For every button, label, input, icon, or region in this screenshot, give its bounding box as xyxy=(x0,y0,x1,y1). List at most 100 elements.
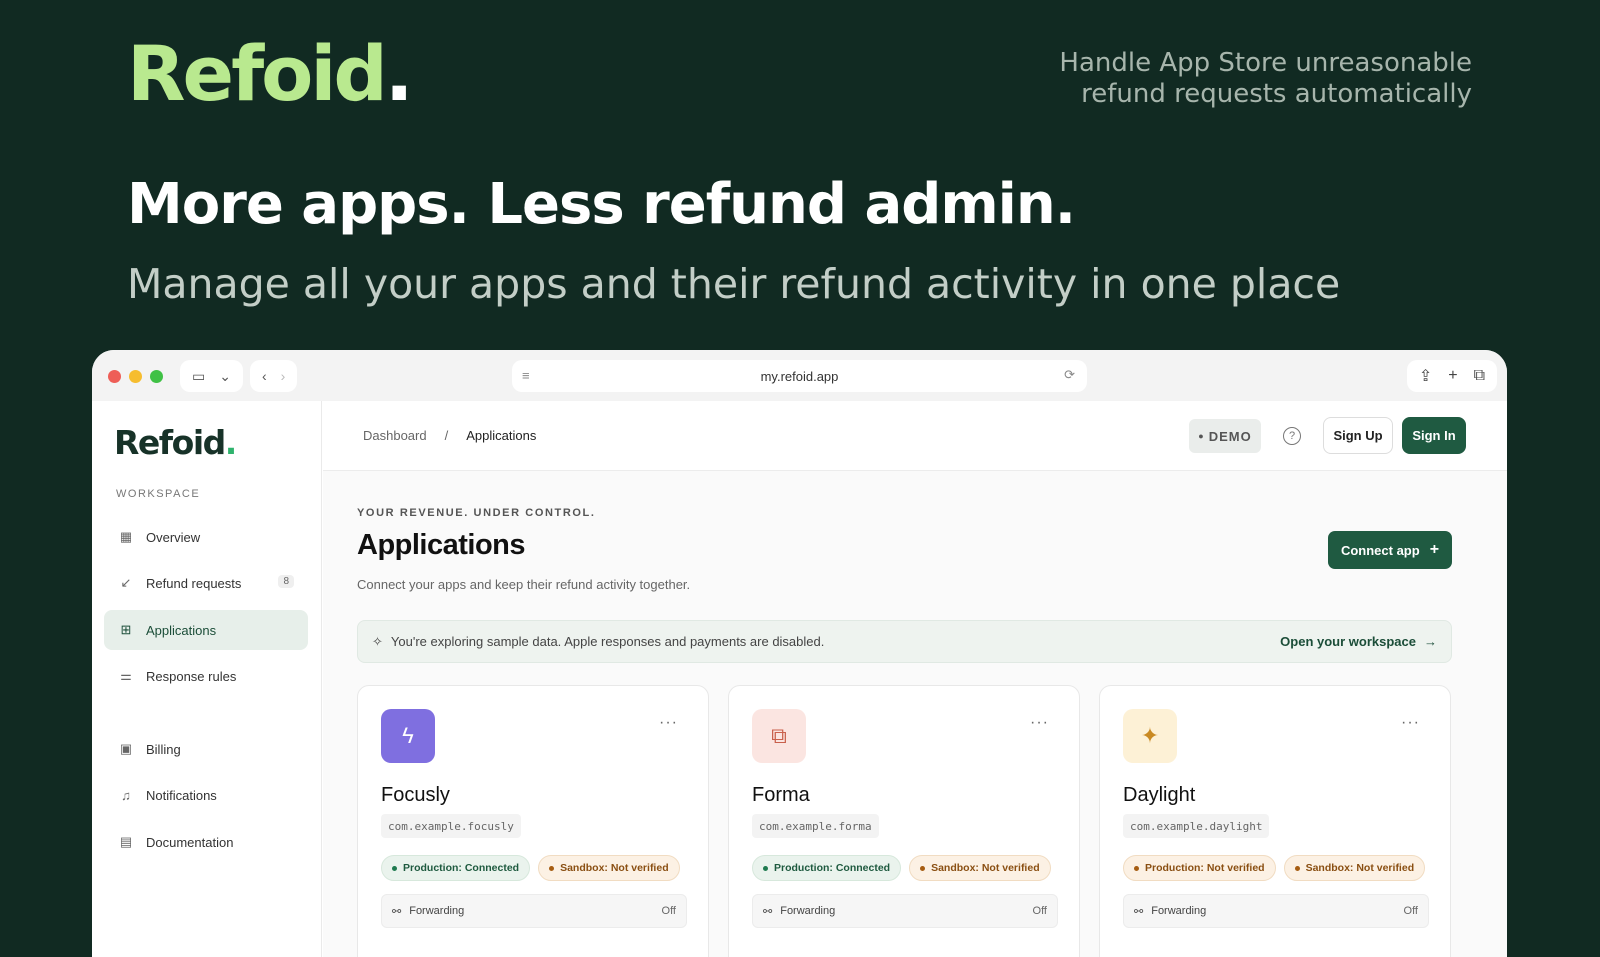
connect-app-button[interactable]: Connect app + xyxy=(1328,531,1452,569)
bell-icon: ♫ xyxy=(121,787,131,803)
browser-window: ▭ ⌄ ‹ › ≡ my.refoid.app ⟳ ⇪ + ⧉ Refoid. … xyxy=(92,350,1507,957)
sidebar-logo[interactable]: Refoid. xyxy=(114,423,237,462)
status-pills: Production: Connected Sandbox: Not verif… xyxy=(752,855,1051,881)
sidebar-item-label: Overview xyxy=(146,529,201,545)
refund-count-badge: 8 xyxy=(278,575,294,588)
share-icon[interactable]: ⇪ xyxy=(1419,366,1432,386)
page-title: Applications xyxy=(357,529,526,561)
main-content: Dashboard / Applications ● DEMO ? Sign Up… xyxy=(323,401,1507,957)
tagline: Handle App Store unreasonable refund req… xyxy=(1059,48,1472,110)
more-options-icon[interactable]: ··· xyxy=(659,714,678,732)
forwarding-state: Off xyxy=(1032,905,1047,917)
browser-titlebar: ▭ ⌄ ‹ › ≡ my.refoid.app ⟳ ⇪ + ⧉ xyxy=(92,350,1507,401)
back-icon[interactable]: ‹ xyxy=(262,368,267,384)
forwarding-row[interactable]: ⚯ Forwarding Off xyxy=(1123,894,1429,928)
sidebar-item-applications[interactable]: ⊞ Applications xyxy=(104,610,308,650)
sidebar-item-overview[interactable]: ▦ Overview xyxy=(104,517,308,557)
sandbox-status-badge: Sandbox: Not verified xyxy=(1283,855,1426,881)
status-pills: Production: Not verified Sandbox: Not ve… xyxy=(1123,855,1426,881)
app-card[interactable]: ✦ ··· Daylight com.example.daylight Prod… xyxy=(1099,685,1451,957)
forward-icon[interactable]: › xyxy=(281,368,286,384)
production-status-badge: Production: Not verified xyxy=(1123,855,1276,881)
wallet-icon: ▣ xyxy=(119,741,133,756)
tagline-line-1: Handle App Store unreasonable xyxy=(1059,48,1472,78)
sidebar-toggle-icon[interactable]: ▭ xyxy=(192,368,205,385)
forwarding-row[interactable]: ⚯ Forwarding Off xyxy=(752,894,1058,928)
sidebar-item-documentation[interactable]: ▤ Documentation xyxy=(104,822,308,862)
app-card[interactable]: ϟ ··· Focusly com.example.focusly Produc… xyxy=(357,685,709,957)
more-options-icon[interactable]: ··· xyxy=(1401,714,1420,732)
forwarding-icon: ⚯ xyxy=(392,905,402,918)
forwarding-icon: ⚯ xyxy=(763,905,773,918)
bundle-id: com.example.forma xyxy=(752,814,879,838)
status-dot-icon: ● xyxy=(1198,431,1205,441)
sidebar-item-label: Refund requests xyxy=(146,575,242,591)
sign-up-button[interactable]: Sign Up xyxy=(1323,417,1393,454)
new-tab-icon[interactable]: + xyxy=(1448,367,1457,385)
production-status-badge: Production: Connected xyxy=(752,855,902,881)
forwarding-icon: ⚯ xyxy=(1134,905,1144,918)
arrow-down-left-icon: ↙ xyxy=(120,575,132,590)
grid-icon: ▦ xyxy=(119,529,133,544)
tagline-line-2: refund requests automatically xyxy=(1081,79,1472,109)
app-card[interactable]: ⧉ ··· Forma com.example.forma Production… xyxy=(728,685,1080,957)
chevron-down-icon[interactable]: ⌄ xyxy=(219,368,231,385)
sidebar-item-label: Response rules xyxy=(146,668,237,684)
sandbox-status-badge: Sandbox: Not verified xyxy=(538,855,680,881)
app-name: Focusly xyxy=(381,784,450,806)
shapes-icon: ⧉ xyxy=(752,709,806,763)
sidebar-item-label: Notifications xyxy=(146,787,217,803)
sparkle-icon: ✦ xyxy=(1123,709,1177,763)
open-workspace-link[interactable]: Open your workspace → xyxy=(1280,634,1437,649)
headline: More apps. Less refund admin. xyxy=(127,172,1076,237)
production-status-badge: Production: Connected xyxy=(381,855,531,881)
plus-icon: + xyxy=(1429,541,1440,558)
address-bar[interactable]: ≡ my.refoid.app ⟳ xyxy=(512,360,1087,392)
sidebar-item-label: Documentation xyxy=(146,834,234,850)
breadcrumb: Dashboard / Applications xyxy=(363,428,536,443)
page-menu-icon[interactable]: ≡ xyxy=(522,368,530,383)
bundle-id: com.example.focusly xyxy=(381,814,521,838)
sidebar-item-notifications[interactable]: ♫ Notifications xyxy=(104,775,308,815)
sidebar-section-label: WORKSPACE xyxy=(116,488,201,500)
document-icon: ▤ xyxy=(119,834,133,849)
page-eyebrow: YOUR REVENUE. UNDER CONTROL. xyxy=(357,507,596,519)
hero-logo: Refoid. xyxy=(127,29,414,118)
status-pills: Production: Connected Sandbox: Not verif… xyxy=(381,855,680,881)
breadcrumb-current: Applications xyxy=(466,428,537,443)
tabs-overview-icon[interactable]: ⧉ xyxy=(1474,367,1485,385)
forwarding-state: Off xyxy=(1403,905,1418,917)
apps-icon: ⊞ xyxy=(120,622,132,637)
bolt-icon: ϟ xyxy=(381,709,435,763)
forwarding-row[interactable]: ⚯ Forwarding Off xyxy=(381,894,687,928)
notice-text: You're exploring sample data. Apple resp… xyxy=(390,634,825,649)
minimize-window-button[interactable] xyxy=(129,370,142,383)
translate-reload-icons[interactable]: ⟳ xyxy=(1064,367,1075,383)
help-icon[interactable]: ? xyxy=(1283,427,1301,445)
page-description: Connect your apps and keep their refund … xyxy=(357,577,691,592)
sidebar: Refoid. WORKSPACE ▦ Overview ↙ Refund re… xyxy=(92,401,322,957)
more-options-icon[interactable]: ··· xyxy=(1030,714,1049,732)
sparkle-icon: ✧ xyxy=(372,633,383,649)
arrow-right-icon: → xyxy=(1424,634,1437,649)
sidebar-item-billing[interactable]: ▣ Billing xyxy=(104,729,308,769)
forwarding-state: Off xyxy=(661,905,676,917)
sidebar-item-response-rules[interactable]: ⚌ Response rules xyxy=(104,656,308,696)
app-name: Forma xyxy=(752,784,810,806)
bundle-id: com.example.daylight xyxy=(1123,814,1270,838)
sidebar-toggle-group: ▭ ⌄ xyxy=(180,360,243,392)
sidebar-item-refund-requests[interactable]: ↙ Refund requests 8 xyxy=(104,563,308,603)
sliders-icon: ⚌ xyxy=(120,668,132,683)
zoom-window-button[interactable] xyxy=(150,370,163,383)
subhead: Manage all your apps and their refund ac… xyxy=(127,260,1341,308)
sample-data-notice: ✧ You're exploring sample data. Apple re… xyxy=(357,620,1452,663)
topbar: Dashboard / Applications ● DEMO ? Sign Up… xyxy=(323,401,1507,471)
sign-in-button[interactable]: Sign In xyxy=(1402,417,1466,454)
close-window-button[interactable] xyxy=(108,370,121,383)
browser-actions: ⇪ + ⧉ xyxy=(1406,360,1497,392)
url-text: my.refoid.app xyxy=(760,368,839,384)
breadcrumb-dashboard[interactable]: Dashboard xyxy=(363,428,427,443)
sandbox-status-badge: Sandbox: Not verified xyxy=(909,855,1051,881)
sidebar-item-label: Applications xyxy=(146,622,217,638)
nav-buttons-group: ‹ › xyxy=(250,360,298,392)
